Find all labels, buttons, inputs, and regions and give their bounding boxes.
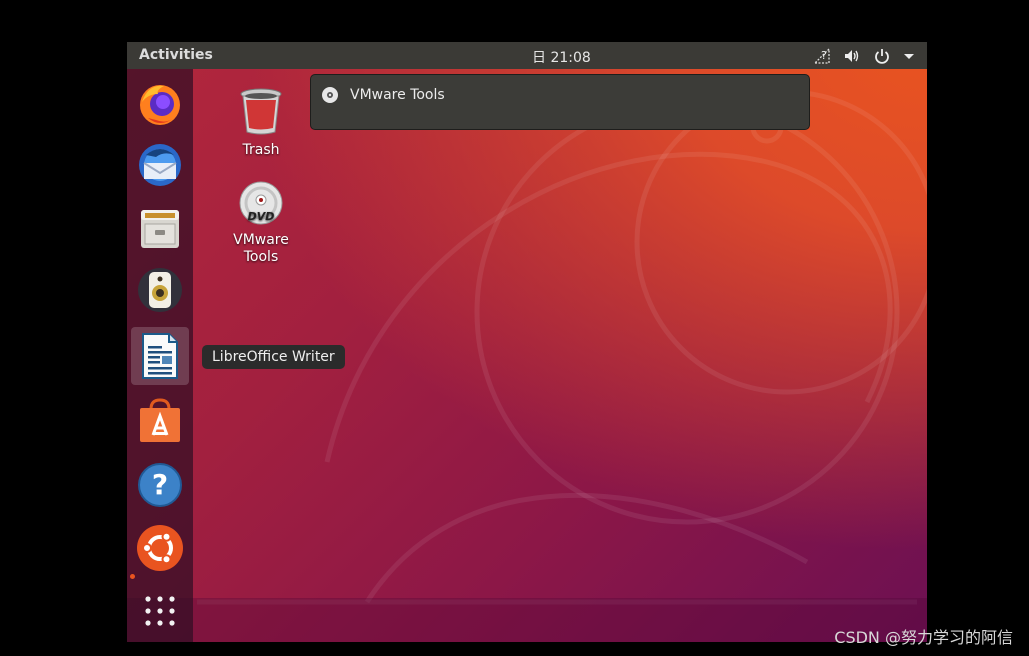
desktop-icon-trash[interactable]: Trash [221, 86, 301, 159]
activities-button[interactable]: Activities [139, 47, 213, 63]
notification-title: VMware Tools [350, 87, 445, 103]
desktop-icon-label: Trash [221, 142, 301, 159]
ubuntu-icon [135, 523, 185, 573]
firefox-icon [136, 80, 184, 128]
app-grid-icon [143, 594, 177, 628]
speaker-icon[interactable] [843, 47, 861, 65]
svg-text:?: ? [152, 468, 168, 501]
dock-item-files[interactable] [131, 199, 189, 257]
files-icon [136, 204, 184, 252]
svg-text:?: ? [821, 49, 827, 62]
dock-tooltip: LibreOffice Writer [202, 345, 345, 369]
disc-icon [321, 86, 339, 104]
system-tray[interactable]: ? [813, 45, 915, 66]
watermark-text: CSDN @努力学习的阿信 [834, 624, 1013, 648]
dock-item-thunderbird[interactable] [131, 136, 189, 194]
ubuntu-desktop-screen: Activities 日 21:08 ? [127, 42, 927, 642]
dock-item-libreoffice-writer[interactable] [131, 327, 189, 385]
speaker-app-icon [136, 266, 184, 314]
running-indicator [130, 574, 135, 579]
svg-text:DVD: DVD [248, 210, 275, 223]
chevron-down-icon[interactable] [903, 47, 915, 65]
help-icon: ? [136, 461, 184, 509]
network-question-icon[interactable]: ? [813, 47, 831, 65]
notification-banner[interactable]: VMware Tools [310, 74, 810, 130]
top-bar: Activities 日 21:08 ? [127, 42, 927, 69]
desktop-icon-label-line1: VMware [221, 232, 301, 249]
dvd-disc-icon: DVD [238, 180, 284, 226]
dock-item-help[interactable]: ? [131, 456, 189, 514]
clock[interactable]: 日 21:08 [532, 47, 591, 67]
software-center-icon [136, 397, 184, 445]
dock-item-rhythmbox[interactable] [131, 261, 189, 319]
power-icon[interactable] [873, 47, 891, 65]
show-applications-button[interactable] [131, 582, 189, 640]
dock-item-firefox[interactable] [131, 75, 189, 133]
dock-item-ubuntu[interactable] [131, 519, 189, 577]
desktop-icon-vmware-tools[interactable]: DVD VMware Tools [221, 180, 301, 266]
trash-icon [239, 86, 283, 136]
writer-icon [137, 332, 183, 380]
dock-item-ubuntu-software[interactable] [131, 392, 189, 450]
thunderbird-icon [136, 141, 184, 189]
dock: ? [127, 69, 193, 642]
desktop-icon-label-line2: Tools [221, 249, 301, 266]
